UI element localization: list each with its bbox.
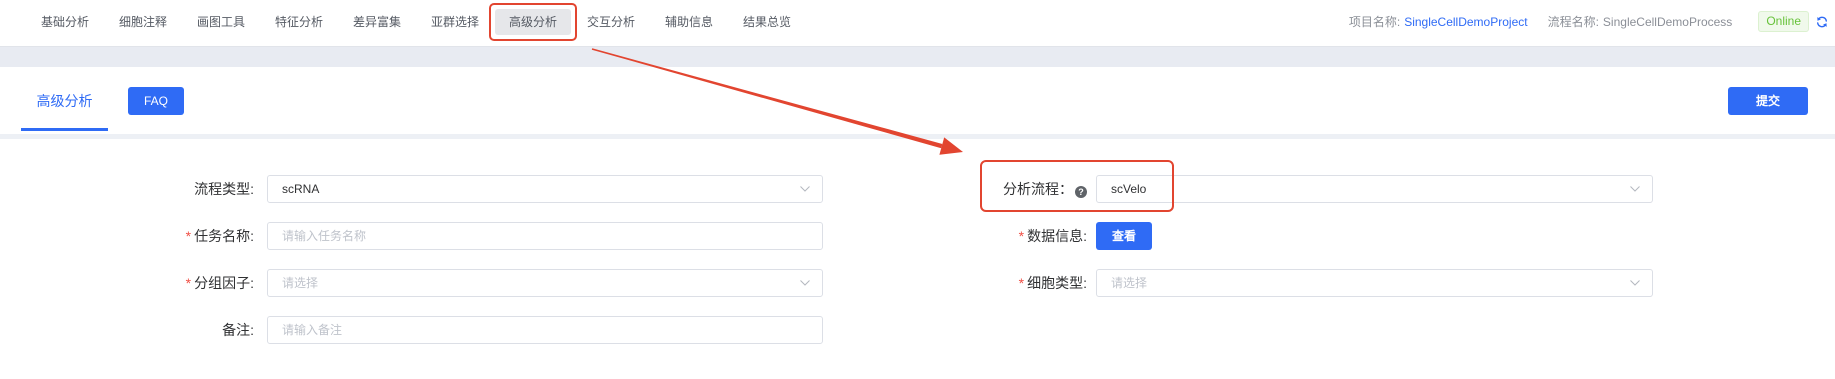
cell-type-label-text: 细胞类型: xyxy=(1027,275,1087,291)
submit-button[interactable]: 提交 xyxy=(1728,87,1808,115)
analysis-pipeline-select[interactable]: scVelo xyxy=(1096,175,1653,203)
chevron-down-icon xyxy=(1630,280,1640,286)
chevron-stroke xyxy=(800,186,810,192)
nav-item-plot-tools[interactable]: 画图工具 xyxy=(183,9,259,35)
required-mark: * xyxy=(1018,275,1025,291)
project-name-link[interactable]: SingleCellDemoProject xyxy=(1404,15,1527,29)
chevron-stroke xyxy=(1630,186,1640,192)
nav-item-feature-analysis[interactable]: 特征分析 xyxy=(261,9,337,35)
cell-type-select[interactable]: 请选择 xyxy=(1096,269,1653,297)
chevron-down-icon xyxy=(1630,186,1640,192)
cell-type-label: * 细胞类型: xyxy=(950,269,1087,297)
process-name-label: 流程名称: xyxy=(1547,15,1599,29)
nav-item-results-overview[interactable]: 结果总览 xyxy=(729,9,805,35)
chevron-down-icon xyxy=(800,280,810,286)
tab-divider xyxy=(0,134,1835,139)
active-tab-indicator xyxy=(21,128,108,131)
task-name-label: * 任务名称: xyxy=(120,222,254,250)
status-badge: Online xyxy=(1758,11,1809,32)
group-factor-label: * 分组因子: xyxy=(120,269,254,297)
required-mark: * xyxy=(1018,228,1025,244)
chevron-stroke xyxy=(800,280,810,286)
process-name-value: SingleCellDemoProcess xyxy=(1602,14,1733,29)
data-info-label-text: 数据信息: xyxy=(1027,228,1087,244)
cell-type-placeholder: 请选择 xyxy=(1111,276,1148,290)
workflow-type-value: scRNA xyxy=(282,182,320,196)
task-name-label-text: 任务名称: xyxy=(194,228,254,244)
group-factor-placeholder: 请选择 xyxy=(282,276,319,290)
workflow-type-select[interactable]: scRNA xyxy=(267,175,823,203)
refresh-icon[interactable] xyxy=(1816,16,1828,28)
remark-label-text: 备注: xyxy=(222,322,254,338)
analysis-pipeline-value: scVelo xyxy=(1111,182,1147,196)
nav-item-cell-annotation[interactable]: 细胞注释 xyxy=(105,9,181,35)
group-factor-select[interactable]: 请选择 xyxy=(267,269,823,297)
nav-item-interactive-analysis[interactable]: 交互分析 xyxy=(573,9,649,35)
remark-input[interactable] xyxy=(267,316,823,344)
remark-label: 备注: xyxy=(120,316,254,344)
required-mark: * xyxy=(185,275,192,291)
analysis-pipeline-label-text: 分析流程： xyxy=(1003,181,1073,197)
refresh-icon-graphic xyxy=(1817,16,1827,27)
question-circle-icon[interactable]: ? xyxy=(1075,186,1087,198)
analysis-pipeline-label: 分析流程：? xyxy=(950,175,1087,203)
project-info: 项目名称: SingleCellDemoProject 流程名称: Single… xyxy=(1349,0,1828,43)
workflow-type-label: 流程类型: xyxy=(120,175,254,203)
advanced-analysis-panel: 高级分析 FAQ 提交 流程类型: scRNA *任务名称: *分组因子: 请选… xyxy=(0,67,1835,379)
chevron-stroke xyxy=(1630,280,1640,286)
module-menu: 基础分析 细胞注释 画图工具 特征分析 差异富集 亚群选择 高级分析 交互分析 … xyxy=(27,9,807,35)
task-name-input[interactable] xyxy=(267,222,823,250)
nav-item-differential-enrichment[interactable]: 差异富集 xyxy=(339,9,415,35)
tab-advanced-analysis[interactable]: 高级分析 xyxy=(21,87,108,115)
required-mark: * xyxy=(185,228,192,244)
group-factor-label-text: 分组因子: xyxy=(194,275,254,291)
nav-item-auxiliary-info[interactable]: 辅助信息 xyxy=(651,9,727,35)
faq-button[interactable]: FAQ xyxy=(128,87,184,115)
project-name-label: 项目名称: xyxy=(1348,15,1401,29)
data-info-label: * 数据信息: xyxy=(950,222,1087,250)
header-background-band xyxy=(0,47,1835,67)
top-navigation-bar: 基础分析 细胞注释 画图工具 特征分析 差异富集 亚群选择 高级分析 交互分析 … xyxy=(0,0,1835,47)
nav-item-basic-analysis[interactable]: 基础分析 xyxy=(27,9,103,35)
view-data-button[interactable]: 查看 xyxy=(1096,222,1152,250)
nav-item-advanced-analysis[interactable]: 高级分析 xyxy=(495,9,571,35)
nav-item-subcluster-selection[interactable]: 亚群选择 xyxy=(417,9,493,35)
chevron-down-icon xyxy=(800,186,810,192)
workflow-type-label-text: 流程类型: xyxy=(194,181,254,197)
